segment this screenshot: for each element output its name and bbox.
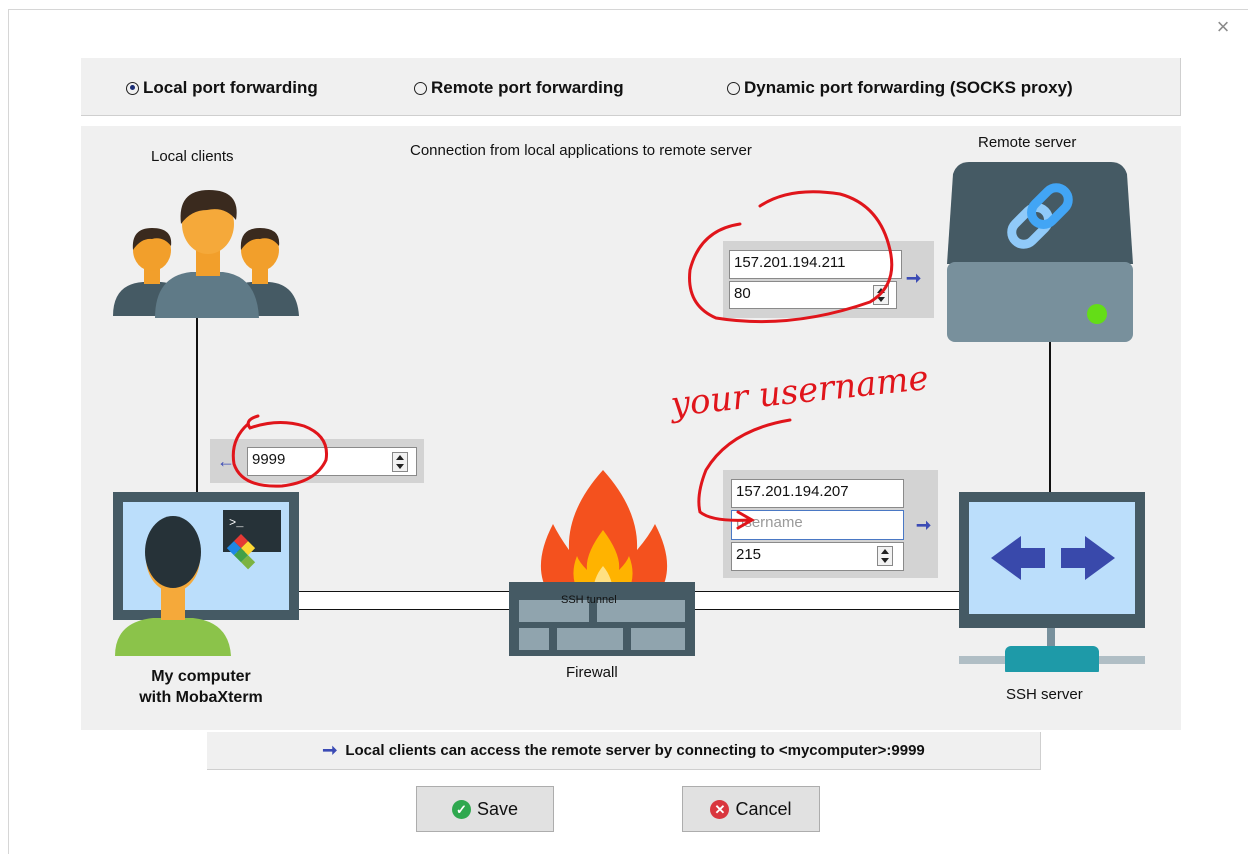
firewall-icon [509,470,695,656]
server-link-line [1049,338,1051,493]
svg-text:>_: >_ [229,516,244,530]
arrow-right-icon: ➞ [906,268,922,288]
radio-local-port-forwarding[interactable]: Local port forwarding [126,78,318,98]
radio-dynamic-port-forwarding[interactable]: Dynamic port forwarding (SOCKS proxy) [727,78,1073,98]
local-clients-icon [113,190,299,318]
client-link-line [196,316,198,492]
my-computer-label-line2: with MobaXterm [139,689,263,706]
radio-label-local: Local port forwarding [143,78,318,97]
window-border-top [8,9,1248,10]
my-computer-label-line1: My computer [151,668,251,685]
radio-unselected-icon[interactable] [414,81,427,95]
remote-host-input[interactable]: 157.201.194.211 [729,250,902,279]
ssh-server-label: SSH server [1006,686,1083,703]
radio-label-dynamic: Dynamic port forwarding (SOCKS proxy) [744,78,1073,97]
forwarding-diagram: Local clients Connection from local appl… [81,126,1181,730]
remote-port-spinner[interactable] [873,285,889,305]
arrow-left-icon: ← [217,451,235,471]
radio-unselected-icon[interactable] [727,81,740,95]
ssh-server-icon [959,492,1145,672]
forwarded-port-spinner[interactable] [392,452,408,472]
my-computer-label: My computer with MobaXterm [121,666,281,708]
firewall-label: Firewall [566,664,618,681]
cancel-button[interactable]: ✕ Cancel [682,786,820,832]
arrow-right-icon: ➞ [322,740,338,760]
radio-selected-icon[interactable] [126,81,139,95]
diagram-description: Connection from local applications to re… [410,142,752,159]
cancel-button-label: Cancel [735,798,792,819]
window-border-left [8,9,9,854]
info-text: Local clients can access the remote serv… [345,742,925,759]
radio-remote-port-forwarding[interactable]: Remote port forwarding [414,78,624,98]
ssh-host-input[interactable]: 157.201.194.207 [731,479,904,508]
remote-server-label: Remote server [978,134,1077,151]
local-clients-label: Local clients [151,148,234,165]
server-link-icon [947,162,1133,342]
forwarding-mode-bar: Local port forwarding Remote port forwar… [81,58,1181,116]
save-button[interactable]: ✓ Save [416,786,554,832]
arrow-right-icon: ➞ [916,515,932,535]
remote-port-input[interactable]: 80 [729,281,897,309]
save-button-label: Save [476,798,519,819]
close-icon[interactable]: × [1210,14,1236,40]
ssh-username-input[interactable]: username [731,510,904,540]
radio-label-remote: Remote port forwarding [431,78,624,97]
my-computer-icon: >_ [113,492,299,656]
ssh-port-spinner[interactable] [877,546,893,566]
cancel-x-icon: ✕ [710,799,730,819]
ssh-tunnel-label: SSH tunnel [561,594,617,606]
info-bar: ➞ Local clients can access the remote se… [207,732,1041,770]
checkmark-icon: ✓ [451,799,471,819]
